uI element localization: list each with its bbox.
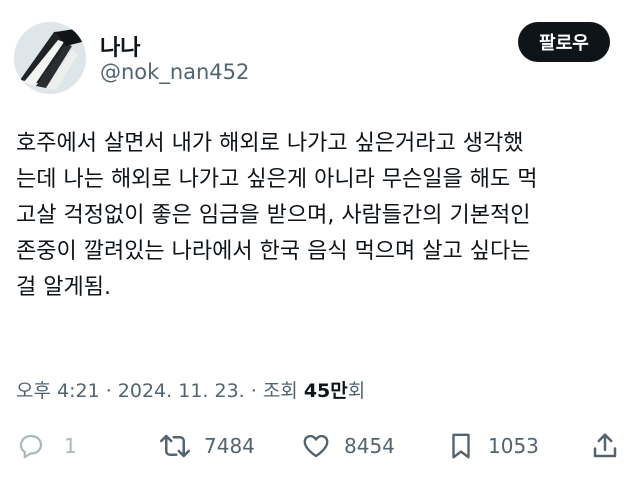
tweet-text-line: 고살 걱정없이 좋은 임금을 받으며, 사람들간의 기본적인 [16, 203, 531, 228]
tweet-text: 호주에서 살면서 내가 해외로 나가고 싶은거라고 생각했 는데 나는 해외로 … [16, 126, 626, 306]
retweet-count: 7484 [204, 434, 255, 458]
views-count: 45만 [303, 380, 348, 402]
retweet-button[interactable]: 7484 [158, 426, 255, 466]
bookmark-button[interactable]: 1053 [446, 426, 539, 466]
reply-icon [19, 434, 43, 459]
tweet-text-line: 는데 나는 해외로 나가고 싶은게 아니라 무슨일을 해도 먹 [16, 167, 538, 192]
reply-count: 1 [64, 434, 77, 458]
tweet-text-line: 존중이 깔려있는 나라에서 한국 음식 먹으며 살고 싶다는 [16, 239, 531, 264]
bookmark-icon [452, 433, 470, 459]
follow-button[interactable]: 팔로우 [518, 22, 610, 62]
display-name[interactable]: 나나 [100, 30, 140, 62]
action-bar: 1 7484 8454 1053 [0, 426, 640, 466]
tweet-date[interactable]: 2024. 11. 23. [118, 380, 245, 402]
like-button[interactable]: 8454 [300, 426, 395, 466]
tweet-time[interactable]: 오후 4:21 [16, 380, 100, 402]
views-prefix: 조회 [262, 380, 304, 402]
avatar-image [14, 22, 86, 94]
tweet-meta: 오후 4:21 · 2024. 11. 23. · 조회 45만회 [16, 376, 365, 403]
views-suffix: 회 [347, 380, 366, 402]
share-button[interactable] [590, 426, 620, 466]
bookmark-count: 1053 [488, 434, 539, 458]
heart-icon [303, 434, 329, 458]
handle[interactable]: @nok_nan452 [100, 60, 249, 84]
like-count: 8454 [344, 434, 395, 458]
tweet-text-line: 호주에서 살면서 내가 해외로 나가고 싶은거라고 생각했 [16, 131, 524, 156]
tweet-text-line: 걸 알게됨. [16, 275, 111, 300]
meta-separator: · [99, 380, 118, 402]
meta-separator: · [244, 380, 263, 402]
retweet-icon [160, 434, 190, 458]
share-icon [593, 433, 617, 458]
avatar[interactable] [14, 22, 86, 94]
reply-button[interactable]: 1 [16, 426, 77, 466]
